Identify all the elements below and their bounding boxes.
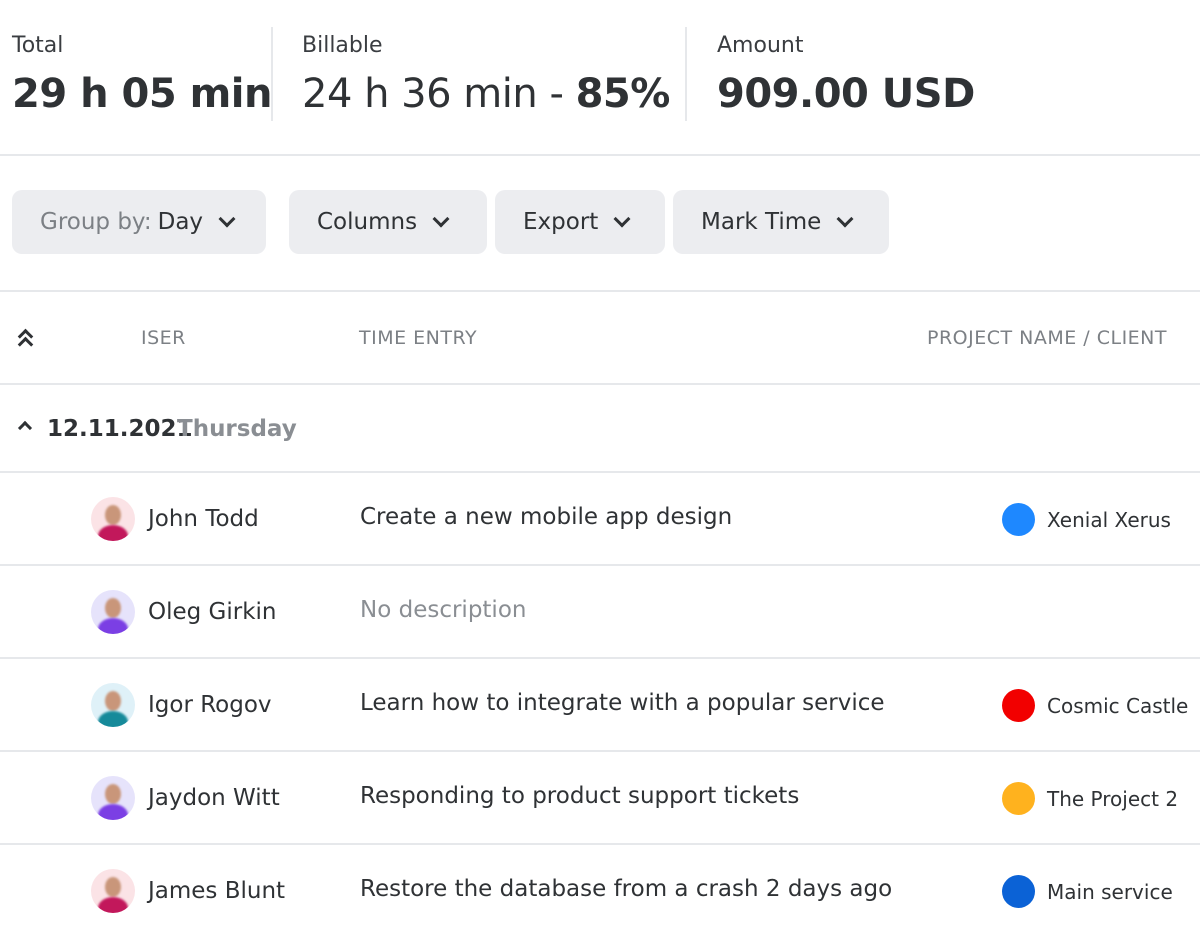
project-color-dot xyxy=(1002,503,1035,536)
avatar-head xyxy=(105,784,121,804)
avatar-body xyxy=(98,711,128,727)
user-name: John Todd xyxy=(148,506,259,532)
project-name[interactable]: The Project 2 xyxy=(1047,787,1178,811)
table-row[interactable]: Oleg Girkin No description xyxy=(0,566,1200,659)
group-by-dropdown[interactable]: Group by: Day xyxy=(12,190,266,254)
avatar xyxy=(91,869,135,913)
project-name[interactable]: Main service xyxy=(1047,880,1173,904)
user-name: Oleg Girkin xyxy=(148,599,277,625)
table-row[interactable]: James Blunt Restore the database from a c… xyxy=(0,845,1200,927)
group-by-value: Day xyxy=(157,209,204,235)
amount-stat: Amount 909.00 USD xyxy=(717,33,975,119)
time-entry-description[interactable]: No description xyxy=(360,597,526,623)
avatar xyxy=(91,497,135,541)
mark-time-label: Mark Time xyxy=(701,209,822,235)
billable-label: Billable xyxy=(302,33,383,58)
column-user[interactable]: ISER xyxy=(141,327,186,349)
stat-divider xyxy=(271,27,273,121)
group-by-label: Group by: xyxy=(40,209,152,235)
amount-label: Amount xyxy=(717,33,804,58)
project-color-dot xyxy=(1002,782,1035,815)
amount-value: 909.00 USD xyxy=(717,71,975,117)
table-row[interactable]: Igor Rogov Learn how to integrate with a … xyxy=(0,659,1200,752)
column-time-entry[interactable]: TIME ENTRY xyxy=(359,327,477,349)
avatar-body xyxy=(98,897,128,913)
avatar-body xyxy=(98,525,128,541)
total-stat: Total 29 h 05 min xyxy=(12,33,272,119)
billable-percent: 85% xyxy=(575,71,671,117)
stat-divider xyxy=(685,27,687,121)
billable-stat: Billable 24 h 36 min - 85% xyxy=(302,33,670,119)
avatar-body xyxy=(98,618,128,634)
time-entry-description[interactable]: Restore the database from a crash 2 days… xyxy=(360,876,892,902)
mark-time-dropdown[interactable]: Mark Time xyxy=(673,190,889,254)
user-name: Igor Rogov xyxy=(148,692,272,718)
time-entry-description[interactable]: Responding to product support tickets xyxy=(360,783,799,809)
avatar-head xyxy=(105,598,121,618)
project-color-dot xyxy=(1002,875,1035,908)
avatar-body xyxy=(98,804,128,820)
table-row[interactable]: Jaydon Witt Responding to product support… xyxy=(0,752,1200,845)
avatar-head xyxy=(105,691,121,711)
column-project[interactable]: PROJECT NAME / CLIENT xyxy=(927,327,1167,349)
table-header: ISER TIME ENTRY PROJECT NAME / CLIENT xyxy=(0,292,1200,385)
columns-dropdown[interactable]: Columns xyxy=(289,190,487,254)
billable-value: 24 h 36 min - 85% xyxy=(302,69,670,119)
chevron-down-icon xyxy=(218,210,236,228)
user-name: James Blunt xyxy=(148,878,286,904)
billable-time: 24 h 36 min - xyxy=(302,71,576,117)
time-entry-description[interactable]: Learn how to integrate with a popular se… xyxy=(360,690,885,716)
columns-label: Columns xyxy=(317,209,418,235)
summary-stats: Total 29 h 05 min Billable 24 h 36 min -… xyxy=(0,0,1200,156)
avatar-head xyxy=(105,505,121,525)
project-name[interactable]: Xenial Xerus xyxy=(1047,508,1171,532)
avatar xyxy=(91,776,135,820)
group-day: Thursday xyxy=(177,416,297,442)
collapse-all-icon[interactable] xyxy=(15,327,37,353)
user-name: Jaydon Witt xyxy=(148,785,280,811)
project-name[interactable]: Cosmic Castle xyxy=(1047,694,1188,718)
project-color-dot xyxy=(1002,689,1035,722)
export-dropdown[interactable]: Export xyxy=(495,190,665,254)
avatar xyxy=(91,683,135,727)
chevron-down-icon xyxy=(613,210,631,228)
toolbar: Group by: Day Columns Export Mark Time xyxy=(0,156,1200,292)
avatar-head xyxy=(105,877,121,897)
day-group-header[interactable]: 12.11.2021 Thursday xyxy=(0,385,1200,473)
total-label: Total xyxy=(12,33,64,58)
export-label: Export xyxy=(523,209,599,235)
chevron-up-icon[interactable] xyxy=(17,420,33,436)
total-value: 29 h 05 min xyxy=(12,71,272,117)
table-row[interactable]: John Todd Create a new mobile app design X… xyxy=(0,473,1200,566)
chevron-down-icon xyxy=(432,210,450,228)
time-entry-description[interactable]: Create a new mobile app design xyxy=(360,504,732,530)
group-date: 12.11.2021 xyxy=(47,416,193,442)
avatar xyxy=(91,590,135,634)
chevron-down-icon xyxy=(836,210,854,228)
